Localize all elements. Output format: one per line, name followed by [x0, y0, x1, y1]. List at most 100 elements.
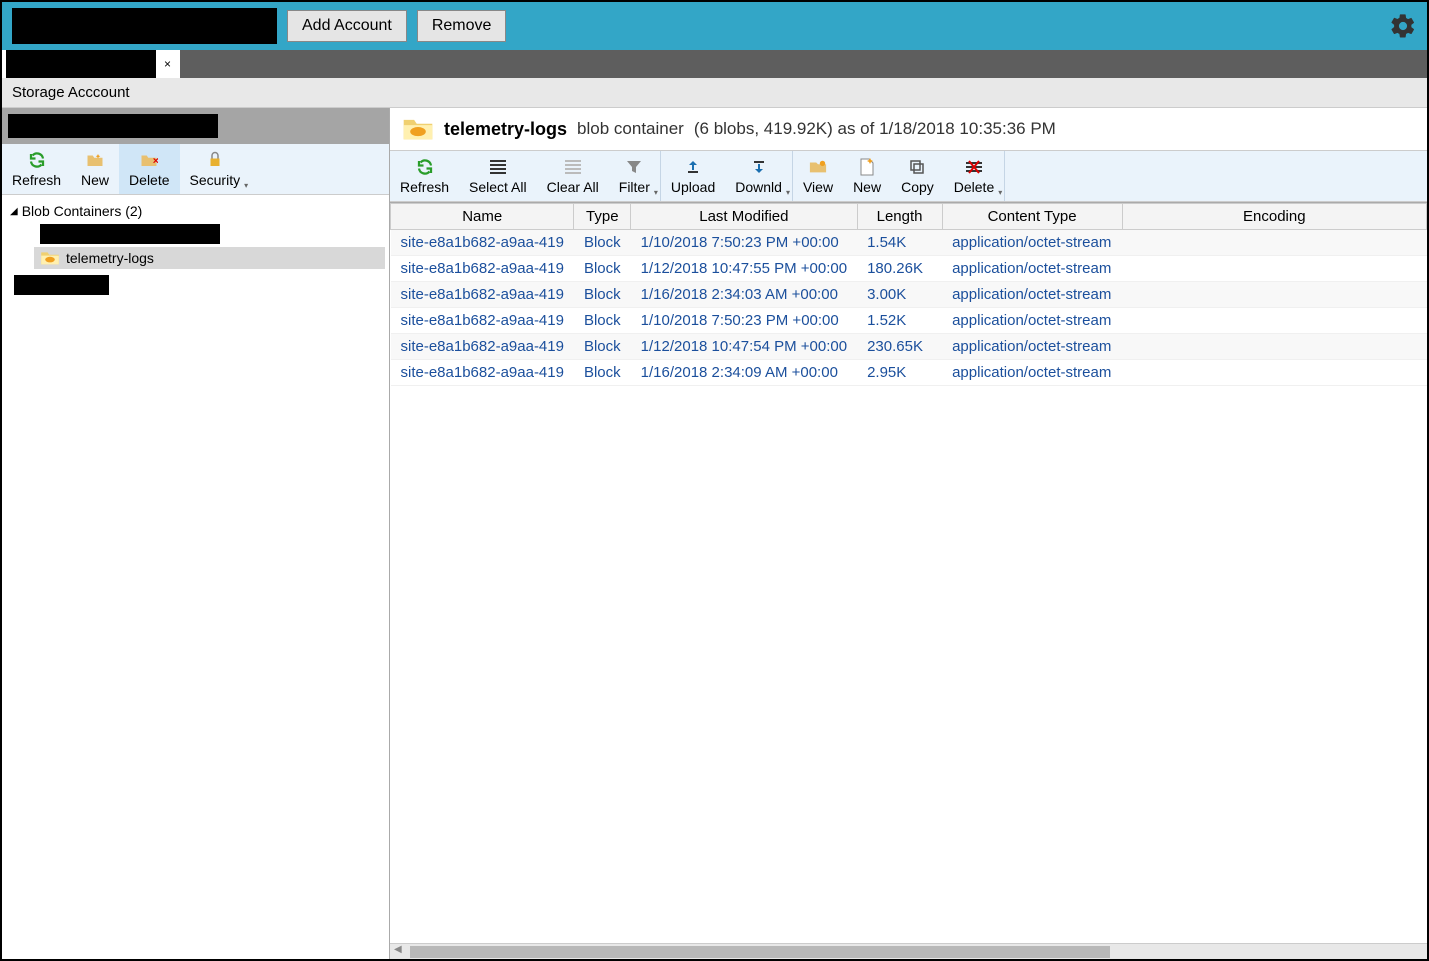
new-folder-icon	[86, 150, 104, 170]
main-delete-button[interactable]: Delete ▾	[944, 151, 1004, 201]
cell-modified: 1/16/2018 2:34:03 AM +00:00	[631, 282, 857, 308]
cell-encoding	[1122, 334, 1426, 360]
horizontal-scrollbar[interactable]: ◀	[390, 943, 1427, 959]
table-row[interactable]: site-e8a1b682-a9aa-419Block1/10/2018 7:5…	[391, 230, 1427, 256]
chevron-down-icon: ▾	[786, 188, 790, 197]
col-encoding[interactable]: Encoding	[1122, 204, 1426, 230]
download-icon	[751, 157, 767, 177]
cell-encoding	[1122, 308, 1426, 334]
col-length[interactable]: Length	[857, 204, 942, 230]
cloud-folder-icon	[40, 250, 60, 266]
cloud-folder-icon	[402, 116, 434, 142]
cell-modified: 1/10/2018 7:50:23 PM +00:00	[631, 230, 857, 256]
tab-active[interactable]: ×	[2, 50, 180, 78]
col-name[interactable]: Name	[391, 204, 574, 230]
remove-button[interactable]: Remove	[417, 10, 507, 42]
redacted-container-name	[40, 224, 220, 244]
tree: ◢ Blob Containers (2) telemetry-logs	[2, 195, 389, 959]
tab-bar: ×	[2, 50, 1427, 78]
view-button[interactable]: View	[793, 151, 843, 201]
cell-type: Block	[574, 230, 631, 256]
cell-length: 180.26K	[857, 256, 942, 282]
tree-item-telemetry-logs[interactable]: telemetry-logs	[34, 247, 385, 269]
cell-modified: 1/16/2018 2:34:09 AM +00:00	[631, 360, 857, 386]
cell-encoding	[1122, 282, 1426, 308]
chevron-down-icon: ▾	[998, 188, 1002, 197]
cell-length: 1.54K	[857, 230, 942, 256]
cell-name: site-e8a1b682-a9aa-419	[391, 230, 574, 256]
redacted-node	[14, 275, 109, 295]
body: Refresh New × Delete Security ▾ ◢ Blob C…	[2, 108, 1427, 959]
close-icon[interactable]: ×	[160, 57, 175, 71]
breadcrumb: Storage Acccount	[2, 78, 1427, 108]
cell-type: Block	[574, 334, 631, 360]
cell-encoding	[1122, 360, 1426, 386]
clear-all-button[interactable]: Clear All	[537, 151, 609, 201]
add-account-button[interactable]: Add Account	[287, 10, 407, 42]
view-icon	[809, 157, 827, 177]
cell-name: site-e8a1b682-a9aa-419	[391, 282, 574, 308]
redacted-storage-name	[8, 114, 218, 138]
tree-item-redacted-2[interactable]	[10, 273, 385, 297]
cell-type: Block	[574, 360, 631, 386]
cell-type: Block	[574, 308, 631, 334]
cell-length: 2.95K	[857, 360, 942, 386]
copy-button[interactable]: Copy	[891, 151, 944, 201]
table-row[interactable]: site-e8a1b682-a9aa-419Block1/12/2018 10:…	[391, 256, 1427, 282]
copy-icon	[909, 157, 925, 177]
delete-icon	[966, 157, 982, 177]
chevron-down-icon: ▾	[654, 188, 658, 197]
table-row[interactable]: site-e8a1b682-a9aa-419Block1/10/2018 7:5…	[391, 308, 1427, 334]
scrollbar-thumb[interactable]	[410, 946, 1110, 958]
grid-header-row: Name Type Last Modified Length Content T…	[391, 204, 1427, 230]
chevron-down-icon: ▾	[244, 181, 248, 190]
main-new-button[interactable]: New	[843, 151, 891, 201]
cell-encoding	[1122, 256, 1426, 282]
sidebar: Refresh New × Delete Security ▾ ◢ Blob C…	[2, 108, 390, 959]
clear-all-icon	[565, 157, 581, 177]
caret-down-icon: ◢	[10, 206, 18, 217]
filter-button[interactable]: Filter ▾	[609, 151, 660, 201]
download-button[interactable]: Downld ▾	[725, 151, 792, 201]
cell-modified: 1/12/2018 10:47:54 PM +00:00	[631, 334, 857, 360]
sidebar-toolbar: Refresh New × Delete Security ▾	[2, 144, 389, 195]
upload-button[interactable]: Upload	[661, 151, 725, 201]
cell-length: 230.65K	[857, 334, 942, 360]
tree-item-redacted[interactable]	[34, 221, 385, 247]
redacted-account-dropdown[interactable]	[12, 8, 277, 44]
refresh-icon	[416, 157, 434, 177]
sidebar-delete-button[interactable]: × Delete	[119, 144, 179, 194]
container-subtitle: blob container	[577, 119, 684, 139]
filter-icon	[626, 157, 642, 177]
topbar: Add Account Remove	[2, 2, 1427, 50]
table-row[interactable]: site-e8a1b682-a9aa-419Block1/16/2018 2:3…	[391, 360, 1427, 386]
new-file-icon	[860, 157, 874, 177]
col-type[interactable]: Type	[574, 204, 631, 230]
table-row[interactable]: site-e8a1b682-a9aa-419Block1/12/2018 10:…	[391, 334, 1427, 360]
main-header: telemetry-logs blob container (6 blobs, …	[390, 108, 1427, 150]
main-refresh-button[interactable]: Refresh	[390, 151, 459, 201]
cell-modified: 1/10/2018 7:50:23 PM +00:00	[631, 308, 857, 334]
col-content-type[interactable]: Content Type	[942, 204, 1122, 230]
cell-length: 3.00K	[857, 282, 942, 308]
cell-content-type: application/octet-stream	[942, 230, 1122, 256]
main-panel: telemetry-logs blob container (6 blobs, …	[390, 108, 1427, 959]
sidebar-security-button[interactable]: Security ▾	[180, 144, 251, 194]
cell-name: site-e8a1b682-a9aa-419	[391, 308, 574, 334]
gear-icon[interactable]	[1389, 12, 1417, 40]
container-meta: (6 blobs, 419.92K) as of 1/18/2018 10:35…	[694, 119, 1056, 139]
redacted-tab-label	[6, 50, 156, 78]
cell-content-type: application/octet-stream	[942, 282, 1122, 308]
col-modified[interactable]: Last Modified	[631, 204, 857, 230]
table-row[interactable]: site-e8a1b682-a9aa-419Block1/16/2018 2:3…	[391, 282, 1427, 308]
cell-name: site-e8a1b682-a9aa-419	[391, 334, 574, 360]
sidebar-refresh-button[interactable]: Refresh	[2, 144, 71, 194]
svg-text:×: ×	[153, 155, 158, 167]
sidebar-new-button[interactable]: New	[71, 144, 119, 194]
delete-folder-icon: ×	[140, 150, 158, 170]
tree-root-blob-containers[interactable]: ◢ Blob Containers (2)	[6, 201, 385, 221]
cell-name: site-e8a1b682-a9aa-419	[391, 256, 574, 282]
select-all-button[interactable]: Select All	[459, 151, 537, 201]
scroll-left-icon[interactable]: ◀	[394, 944, 402, 955]
cell-modified: 1/12/2018 10:47:55 PM +00:00	[631, 256, 857, 282]
